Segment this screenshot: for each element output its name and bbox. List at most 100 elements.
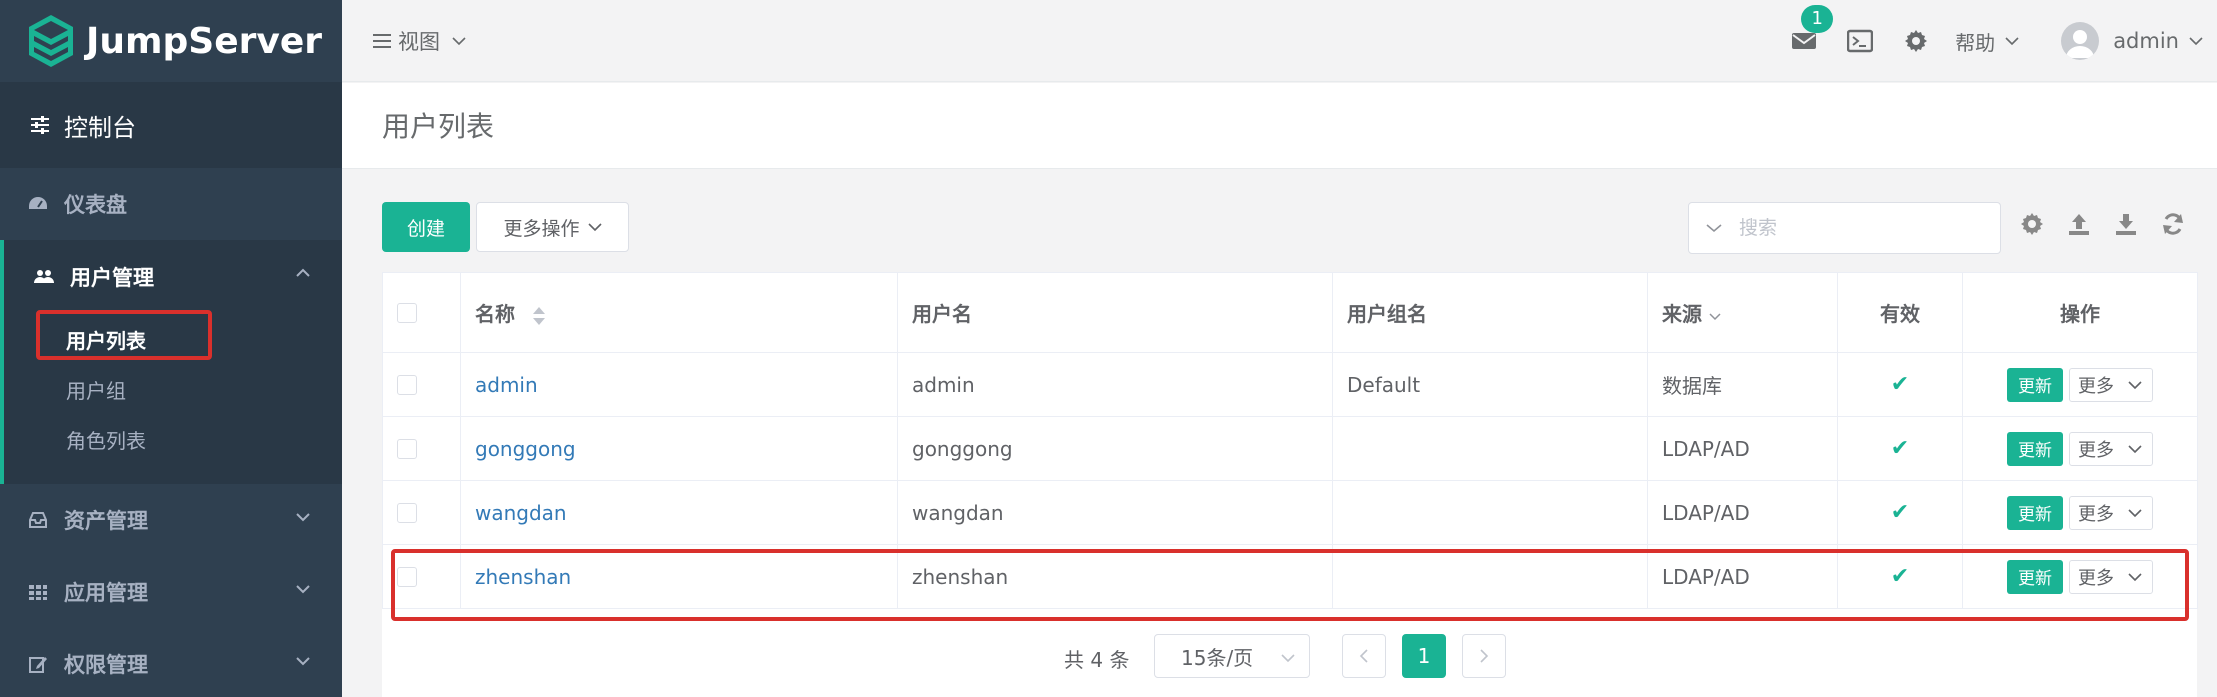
user-username: wangdan [897, 480, 1333, 545]
select-all-cell [382, 272, 461, 353]
chevron-up-icon [296, 268, 310, 277]
sidebar-item-user-groups[interactable]: 用户组 [4, 364, 342, 414]
chevron-down-icon [2005, 37, 2019, 46]
highlight-box-user-list [36, 310, 212, 360]
help-menu[interactable]: 帮助 [1955, 27, 2019, 56]
user-name-link[interactable]: gonggong [460, 416, 898, 481]
row-more-button[interactable]: 更多 [2069, 431, 2153, 466]
row-select-cell [382, 480, 461, 545]
user-username: admin [897, 352, 1333, 417]
terminal-button[interactable] [1846, 29, 1874, 53]
chevron-down-icon [2128, 380, 2142, 389]
view-menu[interactable]: 视图 [372, 26, 466, 56]
row-actions: 更新 更多 [1962, 416, 2198, 481]
sort-icon [532, 306, 545, 325]
update-button[interactable]: 更新 [2007, 367, 2063, 402]
page-heading: 用户列表 [342, 83, 2217, 169]
select-all-checkbox[interactable] [397, 302, 417, 323]
row-more-button[interactable]: 更多 [2069, 367, 2153, 402]
refresh-icon[interactable] [2161, 212, 2185, 236]
row-select-cell [382, 352, 461, 417]
chevron-down-icon [2189, 37, 2203, 46]
create-button[interactable]: 创建 [382, 202, 470, 252]
console-button[interactable]: 控制台 [0, 82, 342, 168]
avatar[interactable] [2061, 22, 2100, 60]
column-header-name[interactable]: 名称 [460, 272, 898, 353]
chevron-down-icon [296, 513, 310, 522]
user-avatar-icon [2066, 30, 2095, 58]
page-size-select[interactable]: 15条/页 [1154, 634, 1310, 678]
highlight-box-row-zhenshan [391, 549, 2189, 621]
download-icon[interactable] [2114, 212, 2138, 236]
row-more-button[interactable]: 更多 [2069, 495, 2153, 530]
search-box [1688, 202, 2001, 254]
notifications-button[interactable]: 1 [1791, 5, 1834, 53]
sidebar-item-label: 用户组 [66, 378, 126, 403]
user-username: gonggong [897, 416, 1333, 481]
page-title: 用户列表 [382, 110, 495, 143]
row-checkbox[interactable] [397, 438, 417, 459]
sidebar-item-assets[interactable]: 资产管理 [0, 484, 342, 556]
more-actions-button[interactable]: 更多操作 [476, 202, 629, 252]
user-name-link[interactable]: wangdan [460, 480, 898, 545]
sidebar-item-label: 资产管理 [64, 509, 148, 533]
user-source: LDAP/AD [1647, 416, 1838, 481]
settings-button[interactable] [1903, 29, 1929, 53]
pagination-total: 共 4 条 [1064, 648, 1130, 672]
top-navbar: 视图 1 帮助 admin [342, 0, 2217, 82]
sidebar-item-label: 仪表盘 [64, 193, 127, 217]
row-checkbox[interactable] [397, 374, 417, 395]
user-name-link[interactable]: admin [460, 352, 898, 417]
app-name: JumpServer [86, 20, 323, 62]
chevron-down-icon [296, 585, 310, 594]
row-actions: 更新 更多 [1962, 352, 2198, 417]
search-input[interactable] [1739, 217, 1979, 239]
update-button[interactable]: 更新 [2007, 431, 2063, 466]
prev-page-button[interactable] [1342, 634, 1386, 678]
sidebar-item-label: 用户管理 [70, 266, 154, 290]
username[interactable]: admin [2113, 29, 2179, 53]
console-label: 控制台 [64, 113, 136, 142]
row-more-label: 更多 [2078, 439, 2114, 461]
sidebar-item-label: 应用管理 [64, 581, 148, 605]
sidebar-item-applications[interactable]: 应用管理 [0, 556, 342, 628]
chevron-down-icon [1706, 224, 1722, 233]
jumpserver-logo-icon [29, 15, 73, 67]
sidebar-item-roles[interactable]: 角色列表 [4, 414, 342, 464]
grid-icon [29, 585, 47, 600]
more-actions-label: 更多操作 [503, 217, 580, 240]
logo[interactable]: JumpServer [0, 0, 342, 82]
row-more-label: 更多 [2078, 503, 2114, 525]
row-checkbox[interactable] [397, 502, 417, 523]
valid-check-icon: ✔ [1837, 352, 1963, 417]
table-header-row: 名称 用户名 用户组名 来源 有效 操作 [382, 272, 2198, 353]
row-more-label: 更多 [2078, 375, 2114, 397]
user-groups [1332, 416, 1648, 481]
search-filter-dropdown[interactable] [1689, 203, 1739, 253]
chevron-down-icon [452, 36, 466, 45]
sidebar-item-label: 角色列表 [66, 428, 146, 453]
next-page-button[interactable] [1462, 634, 1506, 678]
user-groups [1332, 480, 1648, 545]
pagination: 共 4 条 15条/页 1 [0, 634, 2217, 678]
settings-icon[interactable] [2020, 212, 2044, 236]
page-button-current[interactable]: 1 [1402, 634, 1446, 678]
chevron-right-icon [1480, 649, 1489, 663]
sliders-icon [31, 116, 49, 134]
sidebar-item-dashboard[interactable]: 仪表盘 [0, 168, 342, 240]
row-actions: 更新 更多 [1962, 480, 2198, 545]
upload-icon[interactable] [2067, 212, 2091, 236]
update-button[interactable]: 更新 [2007, 495, 2063, 530]
page-size-value: 15条/页 [1181, 645, 1254, 670]
inbox-icon [29, 512, 47, 528]
column-header-actions: 操作 [1962, 272, 2198, 353]
dashboard-icon [29, 197, 47, 209]
sidebar-item-user-management[interactable]: 用户管理 [4, 240, 342, 314]
column-header-groups: 用户组名 [1332, 272, 1648, 353]
sidebar-group-users: 用户管理 用户列表 用户组 角色列表 [0, 240, 342, 484]
chevron-down-icon [2128, 508, 2142, 517]
chevron-down-icon [587, 223, 602, 232]
user-source: LDAP/AD [1647, 480, 1838, 545]
column-header-source[interactable]: 来源 [1647, 272, 1838, 353]
chevron-left-icon [1359, 649, 1368, 663]
